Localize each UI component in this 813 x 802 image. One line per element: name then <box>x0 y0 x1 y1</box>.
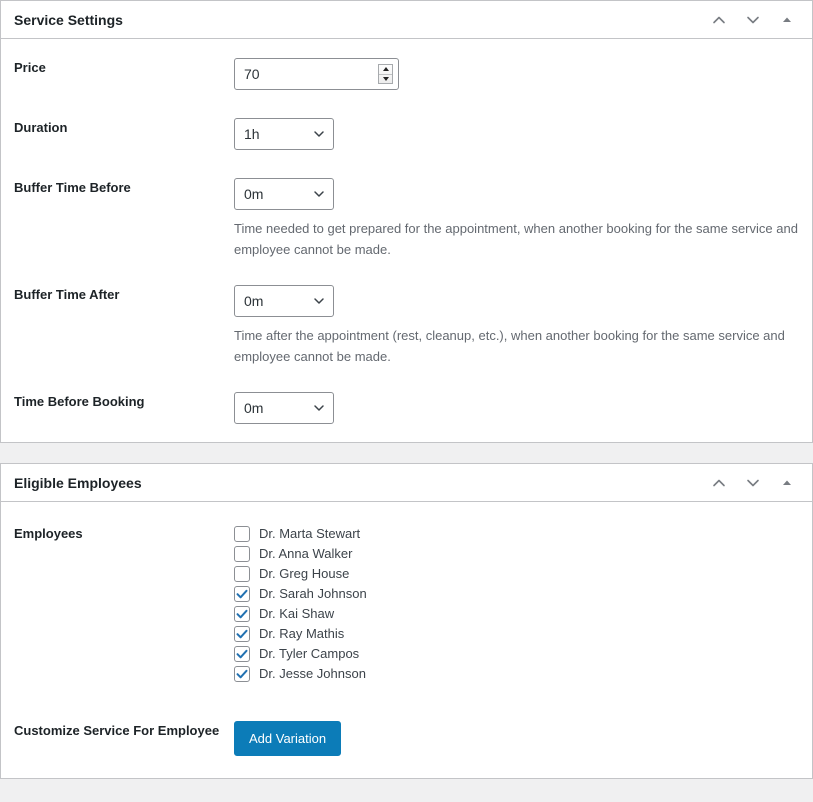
field-buffer-time-before: 0m5m10m15m30m1h Time needed to get prepa… <box>234 178 799 260</box>
panel-header-eligible-employees: Eligible Employees <box>1 464 812 502</box>
panel-header-actions <box>702 466 804 500</box>
panel-title: Service Settings <box>14 11 123 28</box>
panel-header-actions <box>702 3 804 37</box>
field-price <box>234 58 799 90</box>
description-buffer-time-after: Time after the appointment (rest, cleanu… <box>234 328 785 364</box>
checkbox-unchecked-icon[interactable] <box>234 526 250 542</box>
field-customize-service: Add Variation <box>234 721 799 756</box>
toggle-panel-icon[interactable] <box>770 3 804 37</box>
row-duration: Duration 15m30m45m1h1h 30m2h <box>1 118 812 150</box>
price-stepper-up[interactable] <box>379 65 392 75</box>
employee-name-label: Dr. Sarah Johnson <box>259 586 367 601</box>
checkbox-checked-icon[interactable] <box>234 666 250 682</box>
label-buffer-time-after: Buffer Time After <box>14 287 120 302</box>
row-employees: Employees Dr. Marta Stewart Dr. Anna Walk… <box>1 524 812 684</box>
checkbox-checked-icon[interactable] <box>234 626 250 642</box>
employee-name-label: Dr. Ray Mathis <box>259 626 345 641</box>
employee-name-label: Dr. Jesse Johnson <box>259 666 366 681</box>
add-variation-button[interactable]: Add Variation <box>234 721 342 756</box>
panel-eligible-employees: Eligible Employees Employees Dr. Marta S… <box>0 463 813 779</box>
price-input[interactable] <box>235 59 398 89</box>
price-stepper-down[interactable] <box>379 75 392 84</box>
row-buffer-time-before: Buffer Time Before 0m5m10m15m30m1h Time … <box>1 178 812 260</box>
field-employees: Dr. Marta Stewart Dr. Anna Walker Dr. Greg… <box>234 524 799 684</box>
row-time-before-booking: Time Before Booking 0m15m30m1h2h1 day <box>1 392 812 424</box>
row-customize-service: Customize Service For Employee Add Varia… <box>1 721 812 756</box>
label-duration: Duration <box>14 120 68 135</box>
label-customize-service: Customize Service For Employee <box>14 723 220 738</box>
checkbox-checked-icon[interactable] <box>234 586 250 602</box>
duration-select-wrapper: 15m30m45m1h1h 30m2h <box>234 118 334 150</box>
employee-checkbox-item[interactable]: Dr. Tyler Campos <box>234 644 799 664</box>
panel-header-service-settings: Service Settings <box>1 1 812 39</box>
employee-name-label: Dr. Anna Walker <box>259 546 353 561</box>
employee-checkbox-item[interactable]: Dr. Marta Stewart <box>234 524 799 544</box>
employee-name-label: Dr. Tyler Campos <box>259 646 360 661</box>
employee-checkbox-item[interactable]: Dr. Kai Shaw <box>234 604 799 624</box>
buffer-before-select-wrapper: 0m5m10m15m30m1h <box>234 178 334 210</box>
label-employees: Employees <box>14 526 83 541</box>
time-before-booking-select-wrapper: 0m15m30m1h2h1 day <box>234 392 334 424</box>
checkbox-unchecked-icon[interactable] <box>234 546 250 562</box>
time-before-booking-select[interactable]: 0m15m30m1h2h1 day <box>234 392 334 424</box>
row-buffer-time-after: Buffer Time After 0m5m10m15m30m1h Time a… <box>1 285 812 367</box>
checkbox-checked-icon[interactable] <box>234 646 250 662</box>
label-price: Price <box>14 60 46 75</box>
panel-separator <box>0 443 813 463</box>
panel-body-eligible-employees: Employees Dr. Marta Stewart Dr. Anna Walk… <box>1 502 812 778</box>
employee-checkbox-item[interactable]: Dr. Jesse Johnson <box>234 664 799 684</box>
toggle-panel-icon[interactable] <box>770 466 804 500</box>
buffer-after-select-wrapper: 0m5m10m15m30m1h <box>234 285 334 317</box>
employee-name-label: Dr. Marta Stewart <box>259 526 361 541</box>
employee-checkbox-item[interactable]: Dr. Greg House <box>234 564 799 584</box>
move-down-icon[interactable] <box>736 466 770 500</box>
label-buffer-time-before: Buffer Time Before <box>14 180 131 195</box>
row-price: Price <box>1 58 812 90</box>
employee-checkbox-list: Dr. Marta Stewart Dr. Anna Walker Dr. Greg… <box>234 524 799 684</box>
field-time-before-booking: 0m15m30m1h2h1 day <box>234 392 799 424</box>
employee-checkbox-item[interactable]: Dr. Anna Walker <box>234 544 799 564</box>
buffer-before-select[interactable]: 0m5m10m15m30m1h <box>234 178 334 210</box>
description-buffer-time-before: Time needed to get prepared for the appo… <box>234 221 798 257</box>
label-time-before-booking: Time Before Booking <box>14 394 145 409</box>
move-up-icon[interactable] <box>702 3 736 37</box>
move-down-icon[interactable] <box>736 3 770 37</box>
price-stepper[interactable] <box>378 64 393 84</box>
checkbox-unchecked-icon[interactable] <box>234 566 250 582</box>
panel-title: Eligible Employees <box>14 474 142 491</box>
employee-name-label: Dr. Kai Shaw <box>259 606 335 621</box>
buffer-after-select[interactable]: 0m5m10m15m30m1h <box>234 285 334 317</box>
employee-name-label: Dr. Greg House <box>259 566 350 581</box>
move-up-icon[interactable] <box>702 466 736 500</box>
field-buffer-time-after: 0m5m10m15m30m1h Time after the appointme… <box>234 285 799 367</box>
panel-service-settings: Service Settings Price 70 Duration 1h Bu… <box>0 0 813 443</box>
employee-checkbox-item[interactable]: Dr. Sarah Johnson <box>234 584 799 604</box>
duration-select[interactable]: 15m30m45m1h1h 30m2h <box>234 118 334 150</box>
price-input-wrapper <box>234 58 399 90</box>
checkbox-checked-icon[interactable] <box>234 606 250 622</box>
field-duration: 15m30m45m1h1h 30m2h <box>234 118 799 150</box>
panel-body-service-settings: Price Duration 15m30m45m1h1h 30m2h <box>1 39 812 442</box>
employee-checkbox-item[interactable]: Dr. Ray Mathis <box>234 624 799 644</box>
